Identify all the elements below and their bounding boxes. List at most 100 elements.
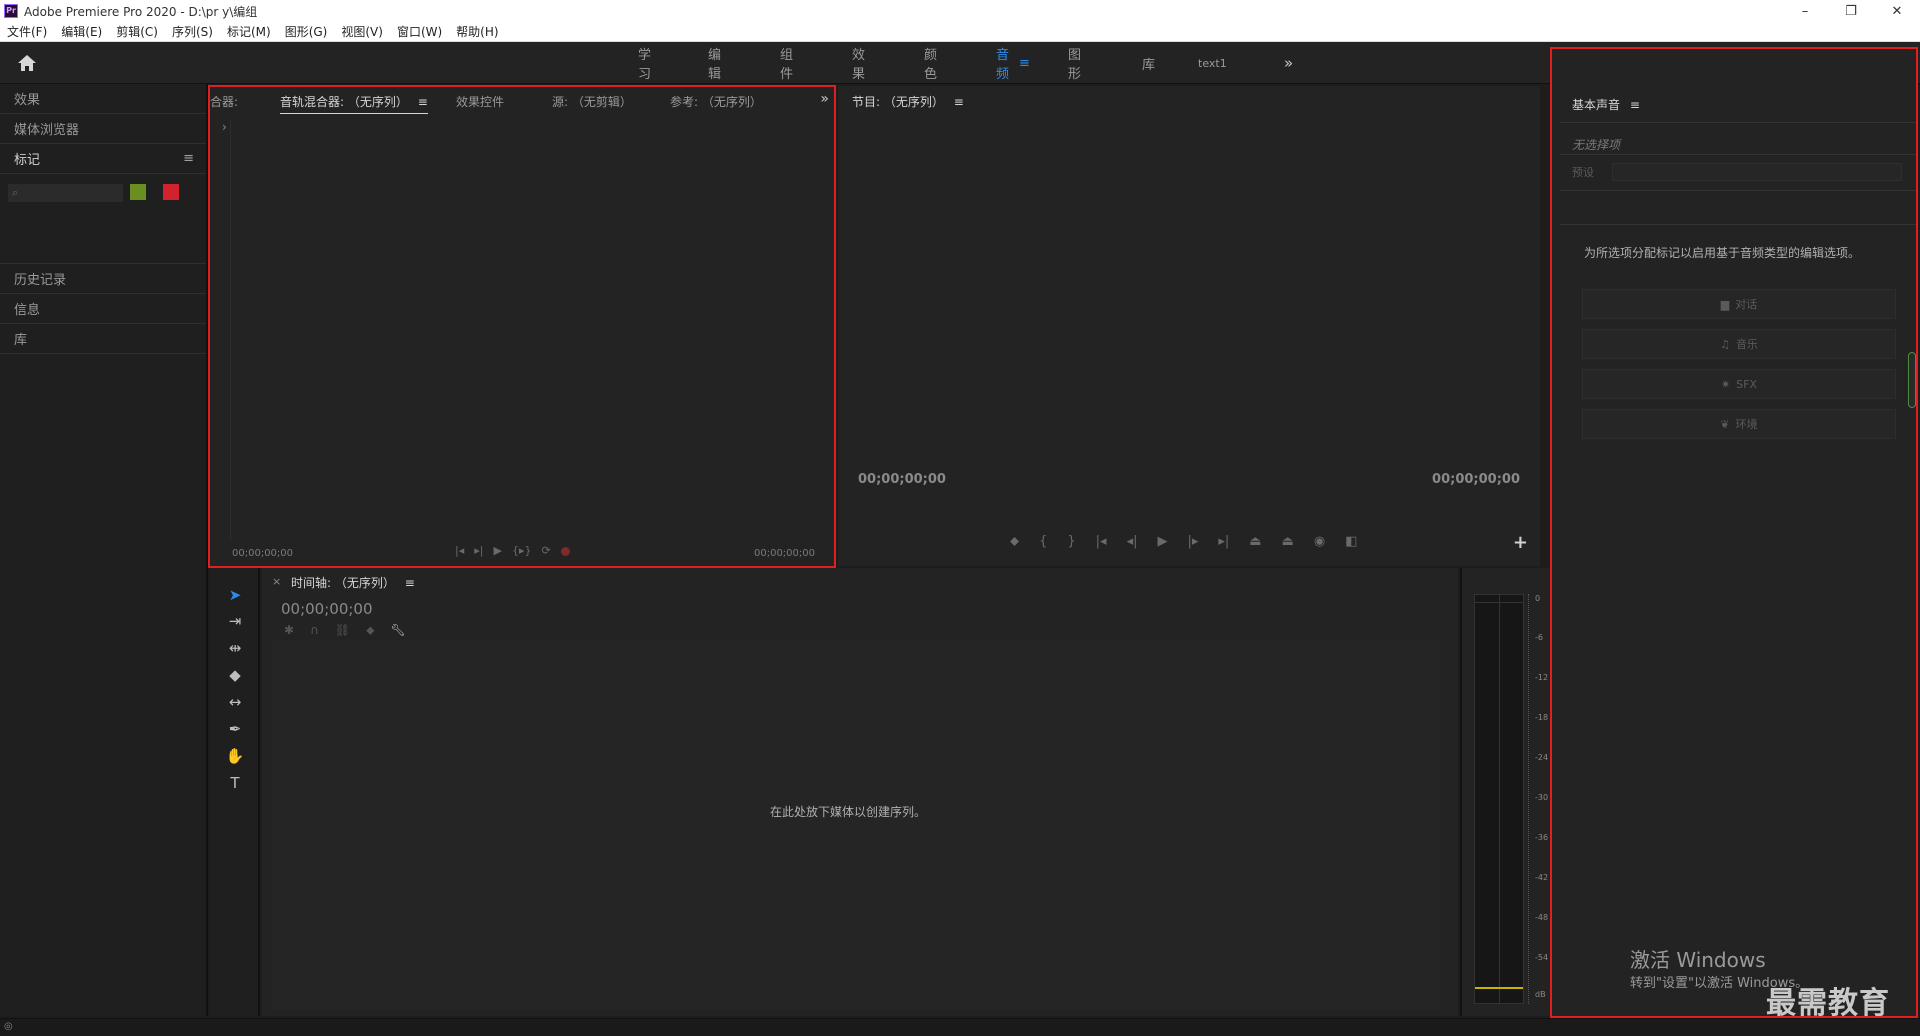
slip-tool-icon[interactable]: ↔: [224, 691, 246, 713]
panel-markers[interactable]: 标记 ≡: [0, 144, 206, 174]
panel-info[interactable]: 信息: [0, 294, 206, 324]
step-back-icon[interactable]: ◂|: [1127, 534, 1138, 549]
panel-libraries[interactable]: 库: [0, 324, 206, 354]
snap-magnet-icon[interactable]: ∩: [310, 623, 319, 638]
menu-edit[interactable]: 编辑(E): [54, 23, 109, 40]
close-timeline-icon[interactable]: ×: [272, 575, 281, 588]
mixer-overflow-icon[interactable]: »: [820, 91, 829, 107]
program-monitor-panel: 节目: （无序列） ≡ 00;00;00;00 00;00;00;00 ⬥ { …: [838, 86, 1540, 566]
tab-audio-track-mixer[interactable]: 音轨混合器: （无序列） ≡: [280, 93, 428, 114]
essential-sound-title[interactable]: 基本声音 ≡: [1572, 96, 1640, 113]
sfx-type-button[interactable]: ✷ SFX: [1582, 369, 1896, 399]
workspace-tab-text1[interactable]: text1: [1198, 57, 1227, 70]
record-icon[interactable]: [560, 547, 570, 556]
menu-markers[interactable]: 标记(M): [220, 23, 278, 40]
ambience-type-button[interactable]: ❦ 环境: [1582, 409, 1896, 439]
workspace-tab-libraries[interactable]: 库: [1142, 54, 1155, 73]
workspace-tab-audio[interactable]: 音频 ≡: [996, 44, 1030, 82]
go-to-out-icon[interactable]: ▸|: [1218, 534, 1229, 549]
workspace-tab-learn[interactable]: 学习: [638, 44, 651, 82]
panel-scroll-handle[interactable]: [1908, 352, 1916, 408]
menu-sequence[interactable]: 序列(S): [165, 23, 220, 40]
mixer-track-area: [230, 120, 231, 540]
go-to-in-icon[interactable]: |◂: [455, 544, 464, 557]
panel-media-browser[interactable]: 媒体浏览器: [0, 114, 206, 144]
mark-in-icon[interactable]: {: [1039, 534, 1047, 549]
marker-color-filter-green[interactable]: [130, 184, 146, 200]
meter-scale-label: -36: [1535, 833, 1549, 842]
mixer-expand-chevron-icon[interactable]: ›: [222, 120, 227, 134]
tab-reference-monitor[interactable]: 参考: （无序列）: [670, 93, 762, 110]
go-to-out-icon[interactable]: ▸|: [474, 544, 483, 557]
step-forward-icon[interactable]: |▸: [1187, 534, 1198, 549]
tab-audio-clip-mixer[interactable]: 合器:: [210, 93, 238, 110]
type-tool-icon[interactable]: T: [224, 772, 246, 794]
mixer-menu-icon[interactable]: ≡: [418, 95, 428, 109]
timeline-drop-area[interactable]: [272, 640, 1440, 1010]
markers-menu-icon[interactable]: ≡: [183, 151, 194, 166]
program-menu-icon[interactable]: ≡: [954, 95, 964, 109]
panel-effects-label: 效果: [14, 93, 41, 108]
audio-meter[interactable]: [1474, 594, 1524, 1004]
workspace-tab-assembly[interactable]: 组件: [780, 44, 793, 82]
essential-sound-menu-icon[interactable]: ≡: [1630, 98, 1640, 112]
dialogue-type-button[interactable]: ▆ 对话: [1582, 289, 1896, 319]
selection-tool-icon[interactable]: ➤: [224, 584, 246, 606]
razor-tool-icon[interactable]: ◆: [224, 664, 246, 686]
timeline-menu-icon[interactable]: ≡: [405, 576, 415, 590]
menu-clip[interactable]: 剪辑(C): [109, 23, 165, 40]
add-marker-icon[interactable]: ⬥: [1010, 534, 1019, 549]
restore-button[interactable]: ❐: [1828, 0, 1874, 22]
workspace-overflow-icon[interactable]: »: [1284, 54, 1293, 72]
menu-help[interactable]: 帮助(H): [449, 23, 505, 40]
workspace-tab-color[interactable]: 颜色: [924, 44, 937, 82]
tab-effect-controls[interactable]: 效果控件: [456, 93, 504, 110]
meter-scale-label: -30: [1535, 793, 1549, 802]
workspace-tab-editing[interactable]: 编辑: [708, 44, 721, 82]
lift-icon[interactable]: ⏏: [1249, 534, 1261, 549]
menu-file[interactable]: 文件(F): [0, 23, 54, 40]
track-select-tool-icon[interactable]: ⇥: [224, 610, 246, 632]
export-frame-icon[interactable]: ◉: [1314, 534, 1325, 549]
ripple-edit-tool-icon[interactable]: ⇹: [224, 637, 246, 659]
add-marker-icon[interactable]: ⬥: [366, 623, 374, 638]
meter-scale-label: -54: [1535, 953, 1549, 962]
wrench-icon[interactable]: 🔧︎: [391, 623, 406, 638]
sync-status-icon[interactable]: ◎: [4, 1021, 13, 1032]
nest-icon[interactable]: ✱: [284, 623, 294, 638]
mark-out-icon[interactable]: }: [1067, 534, 1075, 549]
go-to-in-icon[interactable]: |◂: [1096, 534, 1107, 549]
menu-graphics[interactable]: 图形(G): [278, 23, 335, 40]
close-window-button[interactable]: ✕: [1874, 0, 1920, 22]
comparison-view-icon[interactable]: ◧: [1345, 534, 1357, 549]
markers-search-input[interactable]: ⌕: [8, 184, 123, 202]
play-icon[interactable]: ▶: [493, 544, 501, 557]
divider: [1560, 122, 1916, 123]
workspace-menu-icon[interactable]: ≡: [1019, 56, 1030, 71]
home-icon[interactable]: [16, 53, 38, 73]
loop-icon[interactable]: ⟳: [541, 544, 550, 557]
play-icon[interactable]: ▶: [1157, 534, 1167, 549]
extract-icon[interactable]: ⏏: [1282, 534, 1294, 549]
add-button-icon[interactable]: +: [1513, 532, 1528, 553]
music-type-button[interactable]: ♫ 音乐: [1582, 329, 1896, 359]
timeline-timecode[interactable]: 00;00;00;00: [281, 600, 373, 618]
workspace-tab-graphics[interactable]: 图形: [1068, 44, 1081, 82]
timeline-title[interactable]: 时间轴: （无序列） ≡: [291, 574, 415, 591]
tab-source-monitor[interactable]: 源: （无剪辑）: [552, 93, 632, 110]
hand-tool-icon[interactable]: ✋: [224, 745, 246, 767]
loop-range-icon[interactable]: {▸}: [512, 544, 532, 557]
menu-view[interactable]: 视图(V): [334, 23, 390, 40]
marker-color-filter-red[interactable]: [163, 184, 179, 200]
minimize-button[interactable]: –: [1782, 0, 1828, 22]
pen-tool-icon[interactable]: ✒: [224, 718, 246, 740]
linked-selection-icon[interactable]: ⛓: [335, 623, 350, 638]
preset-dropdown[interactable]: [1612, 163, 1902, 181]
markers-area: ⌕: [0, 174, 206, 264]
panel-history[interactable]: 历史记录: [0, 264, 206, 294]
menu-window[interactable]: 窗口(W): [390, 23, 449, 40]
program-monitor-title[interactable]: 节目: （无序列） ≡: [852, 93, 964, 110]
panel-effects[interactable]: 效果: [0, 84, 206, 114]
program-playhead-timecode[interactable]: 00;00;00;00: [858, 472, 946, 487]
workspace-tab-effects[interactable]: 效果: [852, 44, 865, 82]
